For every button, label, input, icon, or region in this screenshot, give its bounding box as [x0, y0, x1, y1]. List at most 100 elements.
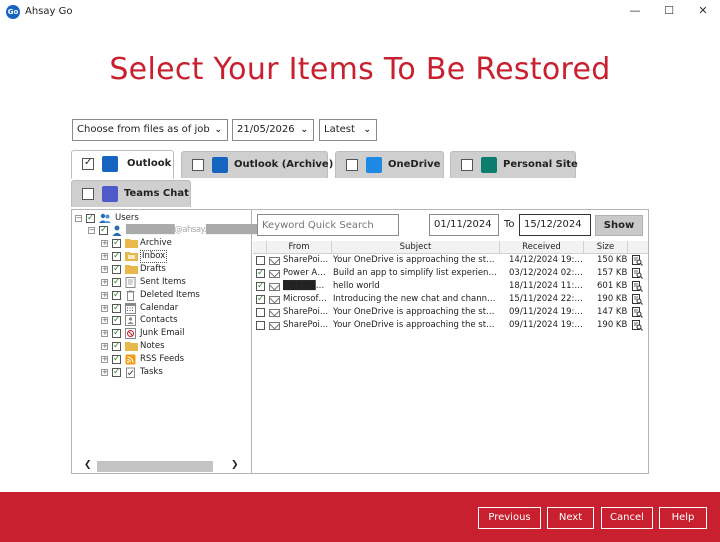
keyword-search-input[interactable] — [257, 214, 399, 236]
tree-item-folder[interactable]: + Contacts — [101, 314, 241, 327]
table-row[interactable]: Power Ap...Build an app to simplify list… — [253, 267, 648, 280]
minimize-button[interactable]: — — [618, 0, 652, 22]
preview-icon[interactable] — [632, 280, 643, 292]
preview-icon[interactable] — [632, 267, 643, 279]
expand-icon[interactable]: + — [101, 330, 108, 338]
email-received: 14/12/2024 19:54 — [509, 255, 584, 265]
maximize-button[interactable]: ☐ — [652, 0, 686, 22]
email-subject: Introducing the new chat and channels ..… — [333, 293, 499, 304]
restore-mode-dropdown[interactable]: Choose from files as of job ⌄ — [72, 119, 228, 141]
column-received[interactable]: Received — [500, 241, 584, 254]
scroll-left-icon[interactable]: ❮ — [84, 460, 92, 470]
tab-personal-site-label: Personal Site — [503, 159, 578, 170]
column-subject[interactable]: Subject — [332, 241, 500, 254]
expand-icon[interactable]: + — [101, 356, 108, 364]
tree-checkbox[interactable] — [112, 250, 121, 263]
preview-icon[interactable] — [632, 319, 643, 331]
tree-checkbox[interactable] — [112, 327, 121, 340]
email-size: 150 KB — [597, 255, 628, 265]
column-from[interactable]: From — [267, 241, 332, 254]
email-checkbox[interactable] — [256, 267, 265, 280]
tree-item-folder[interactable]: + Sent Items — [101, 276, 241, 289]
expand-icon[interactable]: + — [101, 265, 108, 273]
table-row[interactable]: SharePoi... Your OneDrive is approaching … — [253, 319, 648, 332]
email-checkbox[interactable] — [256, 256, 265, 265]
scrollbar-thumb[interactable] — [97, 461, 213, 472]
tab-teams-chat[interactable]: Teams Chat — [71, 180, 191, 207]
to-date-input[interactable]: 15/12/2024 — [519, 214, 591, 236]
preview-icon[interactable] — [632, 255, 643, 266]
next-button[interactable]: Next — [547, 507, 594, 529]
close-button[interactable]: ✕ — [686, 0, 720, 22]
expand-icon[interactable]: + — [101, 369, 108, 376]
expand-icon[interactable]: + — [101, 252, 108, 260]
expand-icon[interactable]: + — [101, 343, 108, 351]
help-button[interactable]: Help — [659, 507, 707, 529]
expand-icon[interactable]: + — [101, 278, 108, 286]
tree-item-user[interactable]: − ████████@ahsay.█████████ — [88, 224, 261, 237]
tree-checkbox[interactable] — [99, 224, 108, 237]
email-checkbox[interactable] — [256, 280, 265, 293]
previous-button[interactable]: Previous — [478, 507, 541, 529]
tree-item-folder[interactable]: + RSS Feeds — [101, 353, 241, 366]
version-value: Latest — [324, 124, 355, 135]
version-dropdown[interactable]: Latest ⌄ — [319, 119, 377, 141]
tree-item-folder[interactable]: + Inbox — [101, 249, 241, 263]
email-checkbox[interactable] — [256, 320, 265, 330]
tree-item-label: Tasks — [140, 367, 163, 377]
tree-checkbox[interactable] — [112, 340, 121, 353]
tab-onedrive[interactable]: OneDrive — [335, 151, 444, 178]
expand-icon[interactable]: + — [101, 304, 108, 312]
show-button[interactable]: Show — [595, 215, 643, 236]
archive-folder-icon — [125, 238, 138, 248]
tree-checkbox[interactable] — [112, 237, 121, 250]
tree-item-folder[interactable]: + Calendar — [101, 302, 241, 315]
tree-item-label: Sent Items — [140, 276, 186, 287]
preview-icon[interactable] — [632, 293, 643, 305]
expand-icon[interactable]: + — [101, 317, 108, 325]
tab-personal-site-checkbox[interactable] — [461, 159, 473, 171]
tree-item-folder[interactable]: + Archive — [101, 237, 241, 250]
tree-checkbox[interactable] — [112, 353, 121, 366]
tree-checkbox[interactable] — [112, 314, 121, 327]
scroll-right-icon[interactable]: ❯ — [231, 460, 239, 470]
tree-checkbox[interactable] — [112, 263, 121, 276]
column-size[interactable]: Size — [584, 241, 628, 254]
tree-item-folder[interactable]: + Deleted Items — [101, 289, 241, 302]
table-row[interactable]: SharePoi... Your OneDrive is approaching … — [253, 254, 648, 267]
email-received: 18/11/2024 11:11 — [509, 280, 584, 291]
preview-icon[interactable] — [632, 306, 643, 318]
email-checkbox[interactable] — [256, 293, 265, 306]
from-date-input[interactable]: 01/11/2024 — [429, 214, 499, 236]
tab-outlook-archive[interactable]: Outlook (Archive) — [181, 151, 333, 178]
tree-item-folder[interactable]: + Drafts — [101, 263, 241, 276]
users-icon — [99, 213, 111, 224]
tab-outlook-archive-checkbox[interactable] — [192, 159, 204, 171]
collapse-icon[interactable]: − — [75, 215, 82, 222]
tab-outlook-checkbox[interactable] — [82, 157, 94, 170]
tree-item-label: RSS Feeds — [140, 354, 185, 365]
tree-item-folder[interactable]: + Notes — [101, 340, 241, 353]
tab-personal-site[interactable]: Personal Site — [450, 151, 578, 178]
tree-checkbox[interactable] — [112, 366, 121, 379]
job-date-dropdown[interactable]: 21/05/2026 ⌄ — [232, 119, 314, 141]
table-row[interactable]: █████████hello world 18/11/2024 11:11 601 … — [253, 280, 648, 293]
tree-checkbox[interactable] — [86, 212, 95, 225]
expand-icon[interactable]: + — [101, 240, 108, 247]
calendar-icon — [125, 302, 137, 314]
email-checkbox[interactable] — [256, 307, 265, 317]
tree-horizontal-scrollbar[interactable]: ❮ ❯ — [73, 460, 250, 473]
table-row[interactable]: Microsoft ...Introducing the new chat an… — [253, 293, 648, 306]
cancel-button[interactable]: Cancel — [601, 507, 653, 529]
tab-teams-chat-checkbox[interactable] — [82, 188, 94, 200]
tree-item-folder[interactable]: + Tasks — [101, 366, 241, 379]
tree-checkbox[interactable] — [112, 276, 121, 289]
collapse-icon[interactable]: − — [88, 227, 95, 234]
tree-item-folder[interactable]: + Junk Email — [101, 327, 241, 340]
tab-outlook[interactable]: Outlook — [71, 150, 174, 179]
expand-icon[interactable]: + — [101, 291, 108, 299]
tab-onedrive-checkbox[interactable] — [346, 159, 358, 171]
table-row[interactable]: SharePoi... Your OneDrive is approaching … — [253, 306, 648, 319]
tree-checkbox[interactable] — [112, 289, 121, 302]
tree-checkbox[interactable] — [112, 302, 121, 315]
